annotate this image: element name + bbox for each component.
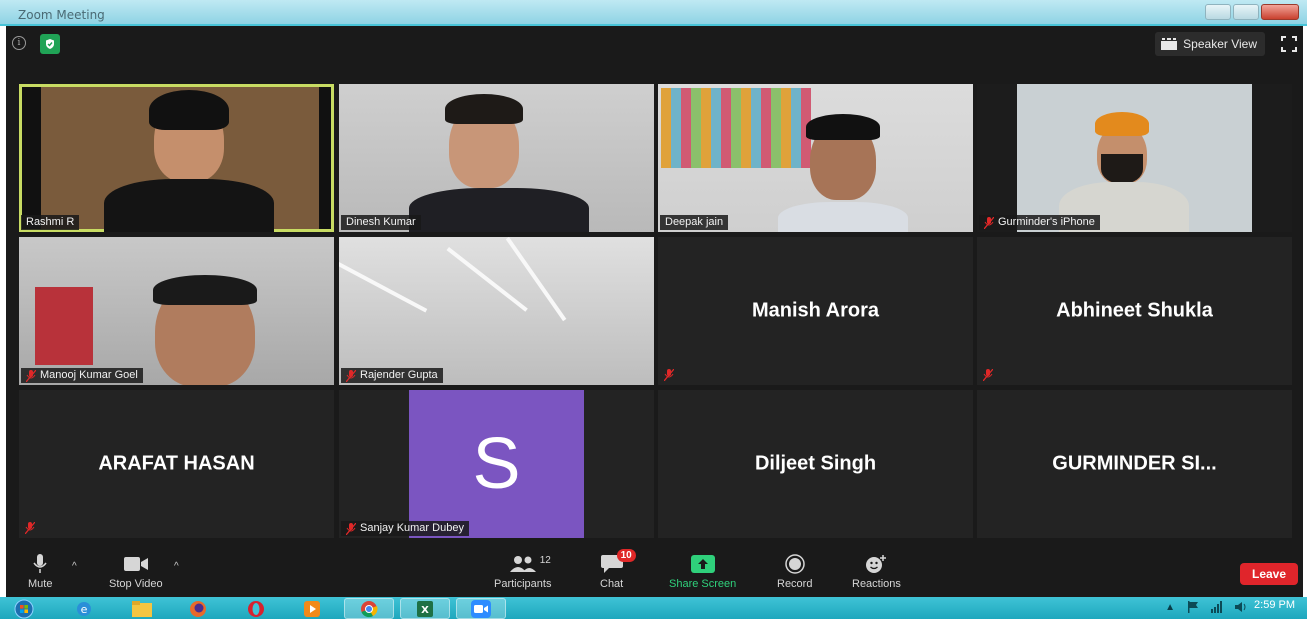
video-tile-gurminder[interactable]: GURMINDER SI...	[977, 390, 1292, 538]
info-icon[interactable]: i	[12, 36, 26, 50]
video-tile-deepak[interactable]: Deepak jain	[658, 84, 973, 232]
shield-check-icon[interactable]	[40, 34, 60, 54]
video-options-chevron-icon[interactable]: ^	[174, 561, 179, 572]
video-tile-arafat[interactable]: ARAFAT HASAN	[19, 390, 334, 538]
video-tile-diljeet[interactable]: Diljeet Singh	[658, 390, 973, 538]
speaker-view-button[interactable]: Speaker View	[1155, 32, 1265, 56]
zoom-meeting-window: i Speaker View Rashmi R Dinesh Kumar Dee…	[6, 26, 1303, 597]
volume-icon[interactable]	[1235, 601, 1247, 613]
minimize-button[interactable]	[1205, 4, 1231, 20]
chrome-icon[interactable]	[344, 598, 394, 619]
reactions-button[interactable]: Reactions	[852, 553, 901, 590]
record-icon	[784, 554, 805, 574]
participant-name-tag: Sanjay Kumar Dubey	[341, 521, 469, 536]
internet-explorer-icon[interactable]: e	[62, 598, 106, 619]
close-button[interactable]	[1261, 4, 1299, 20]
video-tile-rajender[interactable]: Rajender Gupta	[339, 237, 654, 385]
participant-name-tag: Manooj Kumar Goel	[21, 368, 143, 383]
participant-display-name: Diljeet Singh	[754, 452, 877, 475]
participant-name-tag: Dinesh Kumar	[341, 215, 421, 230]
window-title: Zoom Meeting	[18, 8, 105, 22]
meeting-toolbar: Mute ^ Stop Video ^ 12 Participants 10 C…	[6, 547, 1303, 597]
network-icon[interactable]	[1211, 601, 1223, 613]
muted-mic-icon	[25, 522, 35, 534]
avatar: S	[409, 390, 584, 538]
zoom-icon[interactable]	[456, 598, 506, 619]
windows-start-icon[interactable]	[8, 598, 40, 619]
video-tile-manooj[interactable]: Manooj Kumar Goel	[19, 237, 334, 385]
leave-meeting-button[interactable]: Leave	[1240, 563, 1298, 585]
svg-text:X: X	[421, 605, 429, 616]
speaker-view-label: Speaker View	[1183, 37, 1257, 51]
fullscreen-icon[interactable]	[1281, 36, 1297, 52]
chat-unread-badge: 10	[616, 549, 636, 562]
participant-name-tag: Deepak jain	[660, 215, 729, 230]
participant-name-tag: Rajender Gupta	[341, 368, 443, 383]
muted-mic-icon	[983, 369, 993, 381]
stop-video-button[interactable]: Stop Video	[109, 553, 163, 590]
participants-count: 12	[539, 555, 551, 566]
muted-mic-icon	[346, 522, 356, 535]
excel-icon[interactable]: X	[400, 598, 450, 619]
participant-display-name: GURMINDER SI...	[1052, 452, 1217, 475]
video-tile-dinesh[interactable]: Dinesh Kumar	[339, 84, 654, 232]
participants-icon	[509, 556, 536, 572]
video-tile-sanjay[interactable]: S Sanjay Kumar Dubey	[339, 390, 654, 538]
grid-icon	[1161, 38, 1178, 50]
reactions-icon	[866, 555, 887, 573]
window-title-bar[interactable]: Zoom Meeting	[0, 0, 1307, 26]
participant-name-tag: Gurminder's iPhone	[979, 215, 1100, 230]
file-explorer-icon[interactable]	[120, 598, 164, 619]
participant-display-name: Manish Arora	[751, 299, 880, 322]
maximize-button[interactable]	[1233, 4, 1259, 20]
svg-text:e: e	[81, 603, 88, 616]
tray-chevron-icon[interactable]: ▲	[1165, 602, 1175, 613]
chat-button[interactable]: 10 Chat	[600, 549, 636, 590]
muted-mic-icon	[26, 369, 36, 382]
muted-mic-icon	[664, 369, 674, 381]
system-tray: ▲	[1165, 601, 1247, 613]
firefox-icon[interactable]	[176, 598, 220, 619]
muted-mic-icon	[984, 216, 994, 229]
video-tile-abhineet[interactable]: Abhineet Shukla	[977, 237, 1292, 385]
media-player-icon[interactable]	[290, 598, 334, 619]
audio-options-chevron-icon[interactable]: ^	[72, 561, 77, 572]
mute-button[interactable]: Mute	[28, 553, 52, 590]
record-button[interactable]: Record	[777, 553, 812, 590]
share-screen-button[interactable]: Share Screen	[669, 553, 736, 590]
opera-icon[interactable]	[234, 598, 278, 619]
flag-icon[interactable]	[1187, 601, 1199, 613]
os-taskbar: e X ▲ 2:59 PM	[0, 597, 1307, 619]
participant-name-tag: Rashmi R	[21, 215, 80, 230]
video-camera-icon	[123, 557, 148, 571]
participant-display-name: Abhineet Shukla	[1056, 299, 1213, 322]
participant-display-name: ARAFAT HASAN	[98, 452, 255, 475]
participants-button[interactable]: 12 Participants	[494, 553, 551, 590]
video-tile-rashmi[interactable]: Rashmi R	[19, 84, 334, 232]
muted-mic-icon	[346, 369, 356, 382]
video-tile-gurminder-iphone[interactable]: Gurminder's iPhone	[977, 84, 1292, 232]
share-screen-icon	[690, 555, 715, 573]
video-tile-manish[interactable]: Manish Arora	[658, 237, 973, 385]
taskbar-clock[interactable]: 2:59 PM	[1254, 599, 1295, 611]
microphone-icon	[33, 554, 47, 573]
